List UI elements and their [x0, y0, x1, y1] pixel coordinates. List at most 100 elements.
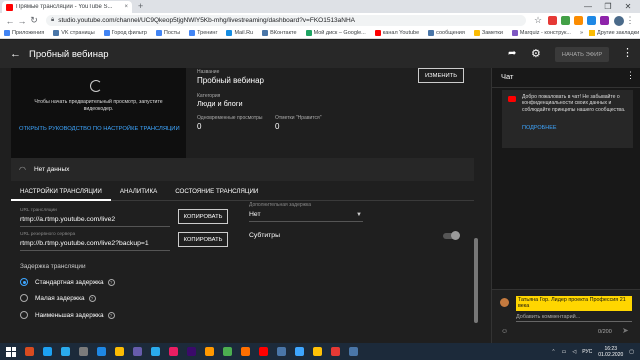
copy-backup-button[interactable]: КОПИРОВАТЬ	[178, 232, 228, 247]
radio-standard[interactable]	[20, 278, 28, 286]
bookmark-item[interactable]: Marquiz - конструк...	[511, 30, 571, 36]
tab-stream-health[interactable]: СОСТОЯНИЕ ТРАНСЛЯЦИИ	[166, 181, 267, 201]
stream-url-underline	[20, 226, 170, 227]
minimize-icon[interactable]: —	[578, 0, 598, 13]
tray-chevron-icon[interactable]: ⌃	[551, 349, 555, 355]
setup-guide-link[interactable]: ОТКРЫТЬ РУКОВОДСТВО ПО НАСТРОЙКЕ ТРАНСЛЯ…	[19, 126, 180, 132]
taskbar-app-icon[interactable]	[43, 347, 52, 356]
delay-select[interactable]: Нет	[249, 211, 261, 218]
volume-icon[interactable]: ◁	[572, 349, 576, 355]
bookmark-icon	[473, 30, 480, 36]
taskbar-app-icon[interactable]	[133, 347, 142, 356]
notifications-icon[interactable]: ▢	[629, 349, 634, 355]
back-arrow-icon[interactable]: ←	[10, 48, 21, 60]
taskbar-app-icon[interactable]	[331, 347, 340, 356]
latency-option-low[interactable]: Малая задержка ?	[20, 294, 96, 302]
learn-more-link[interactable]: ПОДРОБНЕЕ	[522, 125, 557, 131]
latency-low-label: Малая задержка	[35, 294, 85, 302]
emoji-icon[interactable]: ☺	[501, 328, 508, 335]
bookmark-item[interactable]: VK страницы	[53, 30, 95, 36]
stream-url-label: URL трансляции	[20, 208, 57, 213]
chat-welcome-card: Добро пожаловать в чат! Не забывайте о к…	[502, 90, 633, 148]
extension-green-icon[interactable]	[561, 16, 570, 25]
send-icon[interactable]: ➤	[622, 326, 629, 335]
language-indicator[interactable]: РУС	[582, 349, 592, 355]
help-icon[interactable]: ?	[88, 294, 96, 302]
bookmark-label: VK страницы	[61, 30, 95, 36]
start-stream-button[interactable]: НАЧАТЬ ЭФИР	[555, 47, 609, 62]
bookmark-icon	[4, 30, 10, 36]
close-window-icon[interactable]: ✕	[618, 0, 638, 13]
toggle-knob	[451, 231, 460, 240]
bookmark-item[interactable]: Посты	[155, 30, 180, 36]
browser-tab[interactable]: Прямые трансляции - YouTube S... ×	[2, 1, 132, 13]
taskbar-app-icon[interactable]	[61, 347, 70, 356]
maximize-icon[interactable]: ❐	[598, 0, 618, 13]
taskbar-app-icon[interactable]	[25, 347, 34, 356]
extension-purple-icon[interactable]	[600, 16, 609, 25]
bookmark-item[interactable]: Город фильтр	[103, 30, 147, 36]
taskbar-app-icon[interactable]	[349, 347, 358, 356]
tab-stream-settings[interactable]: НАСТРОЙКИ ТРАНСЛЯЦИИ	[11, 181, 111, 201]
radio-low[interactable]	[20, 294, 28, 302]
bookmark-item[interactable]: Мой диск – Google...	[305, 30, 366, 36]
back-nav-icon[interactable]: ←	[4, 16, 16, 26]
bookmark-item[interactable]: ВКонтакте	[262, 30, 297, 36]
taskbar-app-icon[interactable]	[277, 347, 286, 356]
radio-ultralow[interactable]	[20, 311, 28, 319]
subtitles-toggle[interactable]	[443, 231, 460, 240]
edit-button[interactable]: ИЗМЕНИТЬ	[418, 68, 464, 83]
latency-option-standard[interactable]: Стандартная задержка ?	[20, 278, 115, 286]
bookmark-item[interactable]: канал Youtube	[374, 30, 419, 36]
taskbar-app-icon[interactable]	[205, 347, 214, 356]
help-icon[interactable]: ?	[107, 311, 115, 319]
url-text: studio.youtube.com/channel/UC9Qkeop5tjgN…	[58, 17, 356, 24]
gear-icon[interactable]: ⚙	[531, 47, 541, 60]
stream-url-field[interactable]: URL трансляции rtmp://a.rtmp.youtube.com…	[20, 208, 115, 223]
taskbar-app-icon[interactable]	[241, 347, 250, 356]
tab-analytics[interactable]: АНАЛИТИКА	[111, 181, 166, 201]
taskbar-app-icon[interactable]	[115, 347, 124, 356]
other-bookmarks[interactable]: Другие закладки	[597, 30, 639, 36]
bookmark-item[interactable]: Mail.Ru	[226, 30, 253, 36]
bookmark-item[interactable]: Заметки	[473, 30, 503, 36]
tab-close-icon[interactable]: ×	[124, 4, 128, 10]
bookmark-item[interactable]: Приложения	[4, 30, 44, 36]
taskbar-app-icon[interactable]	[313, 347, 322, 356]
taskbar-app-icon[interactable]	[169, 347, 178, 356]
copy-url-button[interactable]: КОПИРОВАТЬ	[178, 209, 228, 224]
taskbar-app-icon[interactable]	[187, 347, 196, 356]
chat-more-icon[interactable]: ⋮	[626, 70, 635, 81]
bookmark-item[interactable]: Тренинг	[189, 30, 217, 36]
windows-start-icon[interactable]	[6, 346, 16, 357]
new-tab-icon[interactable]: +	[138, 1, 143, 12]
network-icon[interactable]: ▭	[562, 349, 567, 355]
reload-icon[interactable]: ↻	[28, 15, 40, 26]
share-icon[interactable]: ➦	[508, 48, 516, 59]
taskbar-app-icon[interactable]	[295, 347, 304, 356]
chat-input[interactable]: Добавить комментарий...	[516, 314, 580, 320]
extension-orange-icon[interactable]	[574, 16, 583, 25]
clock[interactable]: 16:23 01.02.2020	[598, 346, 623, 358]
main-scrollbar[interactable]	[474, 238, 478, 323]
browser-menu-icon[interactable]: ⋮	[624, 15, 636, 26]
taskbar-app-icon[interactable]	[223, 347, 232, 356]
taskbar-app-icon[interactable]	[97, 347, 106, 356]
bookmark-item[interactable]: сообщения	[428, 30, 465, 36]
extension-blue-icon[interactable]	[587, 16, 596, 25]
taskbar-app-icon[interactable]	[151, 347, 160, 356]
taskbar-app-icon[interactable]	[259, 347, 268, 356]
latency-option-ultralow[interactable]: Наименьшая задержка ?	[20, 311, 115, 319]
chevron-down-icon[interactable]: ▼	[356, 212, 362, 218]
system-tray: ⌃ ▭ ◁ РУС 16:23 01.02.2020 ▢	[551, 343, 634, 360]
forward-nav-icon[interactable]: →	[16, 16, 28, 26]
url-input[interactable]: 🔒︎ studio.youtube.com/channel/UC9Qkeop5t…	[46, 15, 526, 26]
star-icon[interactable]: ☆	[532, 15, 544, 26]
profile-avatar[interactable]	[614, 15, 624, 26]
taskbar-app-icon[interactable]	[79, 347, 88, 356]
bookmarks-overflow-icon[interactable]: »	[580, 30, 583, 36]
help-icon[interactable]: ?	[107, 278, 115, 286]
backup-url-field[interactable]: URL резервного сервера rtmp://b.rtmp.you…	[20, 232, 149, 247]
extension-red-icon[interactable]	[548, 16, 557, 25]
more-vert-icon[interactable]: ⋮	[622, 46, 633, 59]
